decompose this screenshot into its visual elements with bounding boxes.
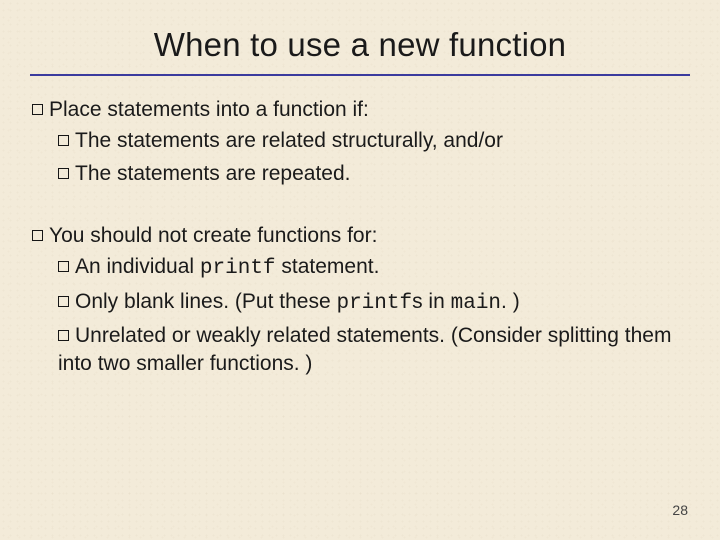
slide: When to use a new function Place stateme… [0, 0, 720, 540]
square-bullet-icon [32, 104, 43, 115]
square-bullet-icon [32, 230, 43, 241]
slide-title: When to use a new function [30, 26, 690, 64]
bullet-text: The statements are repeated. [75, 162, 351, 185]
bullet-level2: Only blank lines. (Put these printfs in … [58, 288, 690, 318]
square-bullet-icon [58, 261, 69, 272]
code-text: main [451, 292, 501, 315]
square-bullet-icon [58, 135, 69, 146]
bullet-text-post: statement. [276, 255, 380, 278]
square-bullet-icon [58, 168, 69, 179]
code-text: printf [336, 292, 412, 315]
bullet-level2: Unrelated or weakly related statements. … [58, 322, 690, 379]
bullet-level1: Place statements into a function if: [32, 96, 690, 123]
title-underline [30, 74, 690, 76]
bullet-level2: The statements are repeated. [58, 160, 690, 188]
page-number: 28 [672, 502, 688, 518]
square-bullet-icon [58, 330, 69, 341]
bullet-text: Place statements into a function if: [49, 98, 369, 121]
square-bullet-icon [58, 296, 69, 307]
code-text: printf [200, 257, 276, 280]
bullet-text: You should not create functions for: [49, 224, 377, 247]
bullet-text-post: . ) [501, 290, 520, 313]
bullet-level2: The statements are related structurally,… [58, 127, 690, 155]
bullet-text-mid: s in [412, 290, 451, 313]
bullet-level2: An individual printf statement. [58, 253, 690, 283]
bullet-level1: You should not create functions for: [32, 222, 690, 249]
bullet-text-pre: Only blank lines. (Put these [75, 290, 336, 313]
bullet-text: The statements are related structurally,… [75, 129, 503, 152]
bullet-text: Unrelated or weakly related statements. … [58, 324, 671, 375]
bullet-text-pre: An individual [75, 255, 200, 278]
